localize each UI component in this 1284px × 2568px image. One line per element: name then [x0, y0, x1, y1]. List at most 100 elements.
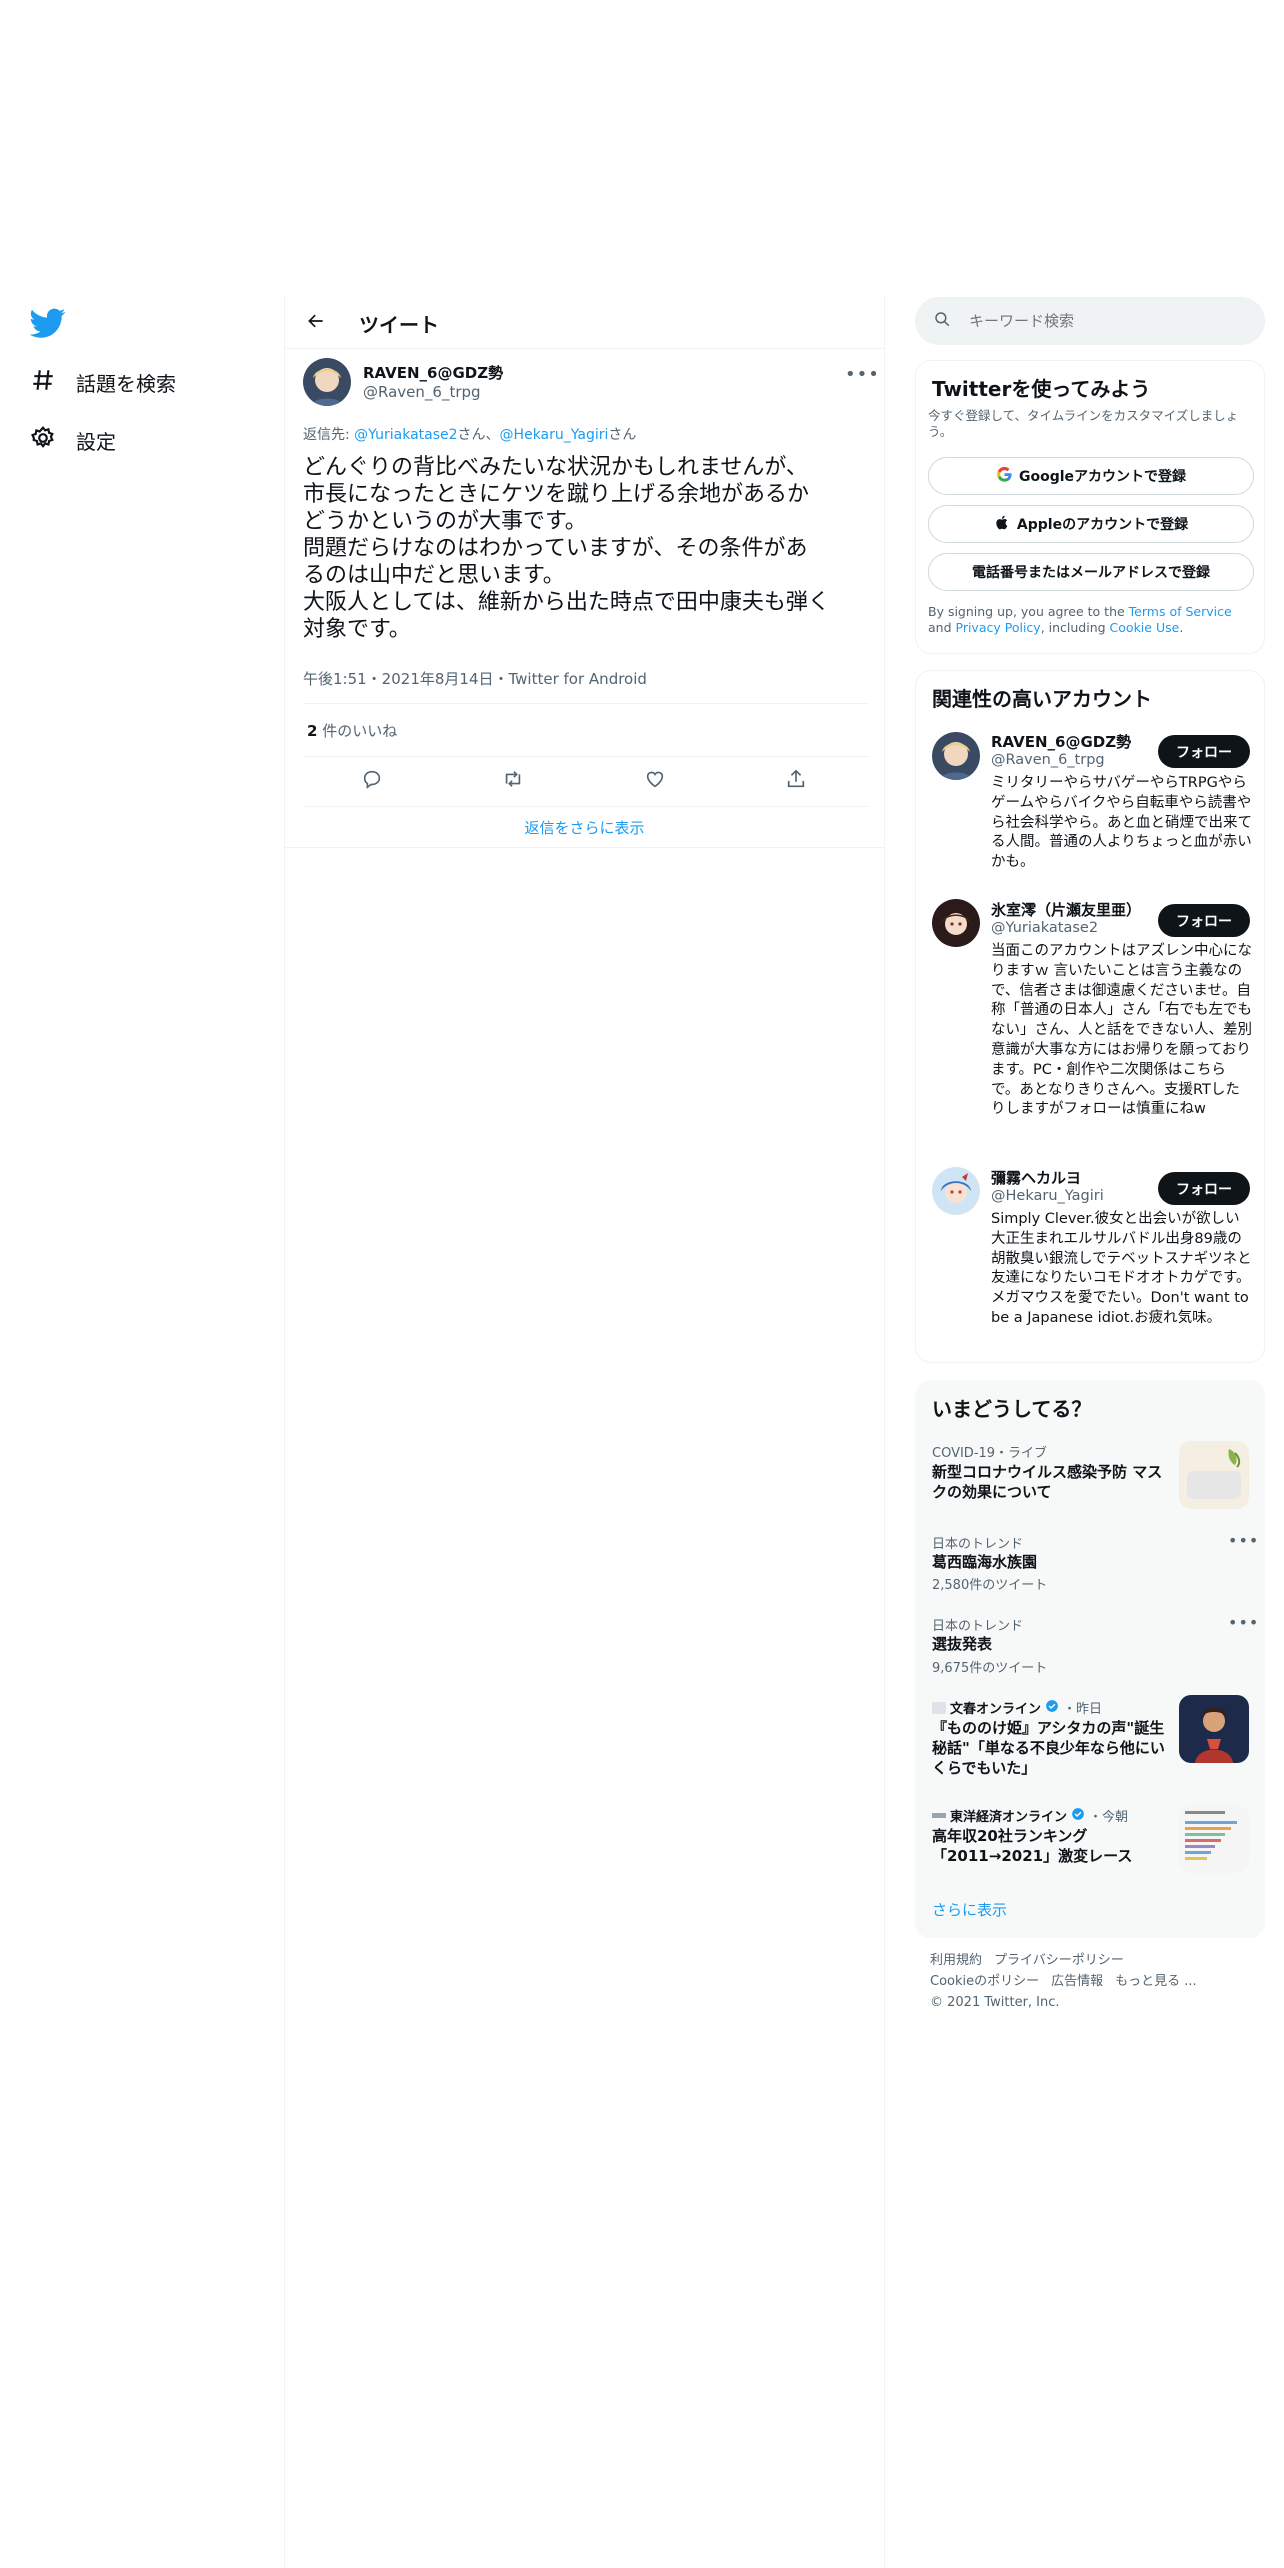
footer-row: 利用規約 プライバシーポリシー — [930, 1950, 1260, 1971]
avatar[interactable] — [932, 1167, 980, 1215]
account-handle[interactable]: @Yuriakatase2 — [991, 920, 1098, 936]
trend-title[interactable]: 『もののけ姫』アシタカの声"誕生秘話"「単なる不良少年なら他にいくらでもいた」 — [932, 1718, 1168, 1778]
reply-to-link-2[interactable]: @Hekaru_Yagiri — [500, 427, 609, 443]
trends-card: いまどうしてる？ COVID-19・ライブ 新型コロナウイルス感染予防 マスクの… — [915, 1380, 1265, 1938]
reply-to-link-1[interactable]: @Yuriakatase2 — [354, 427, 457, 443]
trend-title[interactable]: 高年収20社ランキング「2011→2021」激変レース — [932, 1826, 1168, 1866]
share-icon — [785, 768, 807, 794]
apple-signup-button[interactable]: Appleのアカウントで登録 — [928, 505, 1254, 543]
account-bio: ミリタリーやらサバゲーやらTRPGやらゲームやらバイクやら自転車やら読書やら社会… — [991, 775, 1252, 871]
like-button[interactable] — [635, 761, 675, 801]
reply-icon — [361, 768, 383, 794]
reply-to-line: 返信先: @Yuriakatase2さん、@Hekaru_Yagiriさん — [303, 424, 636, 444]
trend-title[interactable]: 葛西臨海水族園 — [932, 1552, 1168, 1572]
author-name[interactable]: RAVEN_6@GDZ勢 — [363, 362, 503, 383]
page-title: ツイート — [359, 313, 439, 337]
account-handle[interactable]: @Hekaru_Yagiri — [991, 1188, 1104, 1204]
like-count-label: 件のいいね — [317, 722, 398, 740]
trend-count: 9,675件のツイート — [932, 1661, 1048, 1676]
more-link[interactable]: もっと見る ... — [1115, 1974, 1197, 1989]
verified-badge-icon — [1071, 1807, 1085, 1825]
reply-button[interactable] — [352, 761, 392, 801]
more-options-icon[interactable]: ••• — [1228, 1613, 1259, 1632]
account-handle[interactable]: @Raven_6_trpg — [991, 752, 1105, 768]
author-handle[interactable]: @Raven_6_trpg — [363, 383, 481, 401]
more-options-icon[interactable]: ••• — [845, 364, 880, 385]
terms-end: . — [1179, 620, 1184, 635]
cookie-use-link[interactable]: Cookie Use — [1110, 620, 1180, 635]
tweet-text: どんぐりの背比べみたいな状況かもしれませんが、 市長になったときにケツを蹴り上げ… — [303, 455, 830, 642]
signup-card: Twitterを使ってみよう 今すぐ登録して、タイムラインをカスタマイズしましょ… — [915, 360, 1265, 654]
trend-thumbnail[interactable] — [1179, 1441, 1249, 1509]
account-bio: Simply Clever.彼女と出会いが欲しい大正生まれエルサルバドル出身89… — [991, 1211, 1252, 1326]
back-button[interactable] — [299, 306, 333, 340]
trend-category: COVID-19・ライブ — [932, 1446, 1048, 1461]
signup-title: Twitterを使ってみよう — [932, 377, 1151, 401]
divider — [303, 756, 869, 757]
account-name[interactable]: 彌霧ヘカルヨ — [991, 1167, 1081, 1188]
trend-title[interactable]: 新型コロナウイルス感染予防 マスクの効果について — [932, 1462, 1168, 1502]
privacy-link[interactable]: プライバシーポリシー — [994, 1953, 1124, 1968]
trends-title: いまどうしてる？ — [932, 1397, 1092, 1421]
arrow-left-icon — [306, 311, 326, 335]
reply-sep: さん、 — [457, 427, 500, 443]
search-input[interactable] — [969, 312, 1229, 330]
trend-title[interactable]: 選抜発表 — [932, 1634, 1168, 1654]
terms-and: and — [928, 620, 956, 635]
retweet-button[interactable] — [493, 761, 533, 801]
avatar[interactable] — [932, 899, 980, 947]
trend-thumbnail[interactable] — [1179, 1805, 1249, 1873]
search-icon — [933, 310, 951, 332]
search-box[interactable] — [915, 297, 1265, 345]
trend-source-time: ・昨日 — [1063, 1702, 1103, 1717]
trend-source: 東洋経済オンライン ・今朝 — [932, 1806, 1128, 1825]
related-accounts-card: 関連性の高いアカウント RAVEN_6@GDZ勢 @Raven_6_trpg フ… — [915, 670, 1265, 1363]
signup-subtitle: 今すぐ登録して、タイムラインをカスタマイズしましょう。 — [928, 408, 1239, 439]
copyright: © 2021 Twitter, Inc. — [930, 1995, 1060, 2010]
tweet-timestamp[interactable]: 午後1:51・2021年8月14日・Twitter for Android — [303, 668, 647, 689]
follow-button[interactable]: フォロー — [1158, 904, 1250, 937]
trend-source: 文春オンライン ・昨日 — [932, 1698, 1102, 1717]
trend-source-name: 文春オンライン — [950, 1702, 1042, 1717]
verified-badge-icon — [1045, 1699, 1059, 1717]
follow-button[interactable]: フォロー — [1158, 1172, 1250, 1205]
trend-category: 日本のトレンド — [932, 1537, 1024, 1552]
google-icon — [996, 466, 1013, 487]
gear-icon — [30, 425, 56, 456]
divider — [303, 703, 869, 704]
terms-link[interactable]: 利用規約 — [930, 1953, 982, 1968]
show-more-replies-link[interactable]: 返信をさらに表示 — [285, 808, 884, 848]
account-bio: 当面このアカウントはアズレン中心になりますｗ 言いたいことは言う主義なので、信者… — [991, 943, 1252, 1118]
apple-icon — [994, 514, 1011, 535]
account-name[interactable]: RAVEN_6@GDZ勢 — [991, 731, 1131, 752]
follow-button[interactable]: フォロー — [1158, 735, 1250, 768]
nav-explore[interactable]: 話題を検索 — [30, 360, 176, 404]
terms-prefix: By signing up, you agree to the — [928, 604, 1129, 619]
publisher-logo-icon — [932, 1701, 946, 1714]
avatar[interactable] — [932, 732, 980, 780]
google-signup-label: Googleアカウントで登録 — [1018, 469, 1187, 485]
like-count[interactable]: 2 件のいいね — [307, 720, 397, 741]
more-options-icon[interactable]: ••• — [1228, 1531, 1259, 1550]
nav-settings[interactable]: 設定 — [30, 418, 116, 462]
cookie-policy-link[interactable]: Cookieのポリシー — [930, 1974, 1039, 1989]
publisher-logo-icon — [932, 1813, 946, 1818]
related-title: 関連性の高いアカウント — [932, 687, 1152, 711]
apple-signup-label: Appleのアカウントで登録 — [1016, 517, 1189, 533]
privacy-policy-link[interactable]: Privacy Policy — [956, 620, 1041, 635]
ads-info-link[interactable]: 広告情報 — [1051, 1974, 1103, 1989]
trend-thumbnail[interactable] — [1179, 1695, 1249, 1763]
trend-category: 日本のトレンド — [932, 1619, 1024, 1634]
account-name[interactable]: 氷室澪（片瀬友里亜） — [991, 899, 1141, 920]
google-signup-button[interactable]: Googleアカウントで登録 — [928, 457, 1254, 495]
trend-source-name: 東洋経済オンライン — [950, 1810, 1068, 1825]
phone-email-signup-button[interactable]: 電話番号またはメールアドレスで登録 — [928, 553, 1254, 591]
share-button[interactable] — [776, 761, 816, 801]
show-more-trends-link[interactable]: さらに表示 — [932, 1899, 1007, 1920]
heart-icon — [644, 768, 666, 794]
terms-including: , including — [1040, 620, 1110, 635]
author-avatar[interactable] — [303, 358, 351, 406]
hashtag-icon — [30, 367, 56, 398]
terms-of-service-link[interactable]: Terms of Service — [1129, 604, 1232, 619]
twitter-logo-icon[interactable] — [29, 305, 66, 341]
